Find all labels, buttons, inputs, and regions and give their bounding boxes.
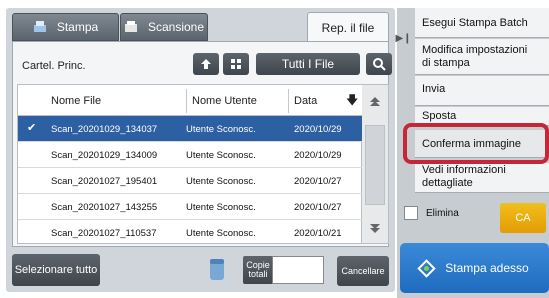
all-files-button[interactable]: Tutti I File [256,53,360,75]
print-settings-label-2: di stampa [422,56,470,69]
table-row[interactable]: Scan_20201027_195401 Utente Sconosc. 202… [18,168,363,194]
ca-button[interactable]: CA [500,203,546,233]
table-row[interactable]: Scan_20201027_110537 Utente Sconosc. 202… [18,220,363,246]
row-file-name: Scan_20201029_134009 [51,150,158,161]
tab-stampa-label: Stampa [56,20,99,34]
ca-label: CA [515,212,531,224]
row-date: 2020/10/29 [294,124,342,135]
row-user-name: Utente Sconosc. [186,202,256,213]
total-copies-input[interactable] [272,256,324,284]
batch-print-label: Esegui Stampa Batch [422,17,528,29]
table-row[interactable]: Scan_20201029_134009 Utente Sconosc. 202… [18,142,363,168]
row-user-name: Utente Sconosc. [186,228,256,239]
send-label: Invia [422,83,446,95]
screen: Stampa Scansione Rep. il file Cartel. Pr… [0,0,549,298]
row-user-name: Utente Sconosc. [186,176,256,187]
print-settings-label-1: Modifica impostazioni [422,44,528,56]
delete-checkbox[interactable] [404,206,418,220]
all-files-label: Tutti I File [281,57,335,71]
move-label: Sposta [422,110,457,122]
row-user-name: Utente Sconosc. [186,150,256,161]
folder-up-button[interactable] [193,53,219,75]
batch-print-button[interactable]: Esegui Stampa Batch [415,8,549,38]
arrow-up-icon [201,59,211,69]
row-file-name: Scan_20201027_110537 [51,228,157,239]
total-copies-label: Copie totali [243,256,273,284]
folder-label: Cartel. Princ. [22,60,86,72]
highlight-frame [403,123,549,164]
file-table: Nome File Nome Utente Data 🡇 ✔ Scan_2020… [17,84,363,246]
table-row[interactable]: Scan_20201027_143255 Utente Sconosc. 202… [18,194,363,220]
header-separator [288,89,289,113]
search-icon [373,58,386,71]
row-date: 2020/10/27 [294,202,342,213]
row-date: 2020/10/21 [294,228,342,239]
scroll-top-icon[interactable] [364,91,386,113]
copies-label-line2: totali [248,269,268,279]
table-row[interactable]: ✔ Scan_20201029_134037 Utente Sconosc. 2… [18,116,363,142]
check-icon: ✔ [27,122,37,134]
print-settings-button[interactable]: Modifica impostazioni di stampa [415,39,549,75]
scrollbar[interactable] [362,84,389,244]
view-details-button[interactable]: Vedi informazioni dettagliate [415,163,549,193]
start-icon [417,258,436,278]
thumbnail-view-button[interactable] [223,53,249,75]
print-now-label: Stampa adesso [445,261,529,275]
view-details-label-1: Vedi informazioni [422,164,506,176]
collapse-panel-icon[interactable]: ▶❙ [395,8,411,68]
scroll-thumb[interactable] [365,125,385,205]
header-date[interactable]: Data [294,95,317,107]
select-all-button[interactable]: Selezionare tutto [12,254,100,286]
tab-rep-il-file-label: Rep. il file [321,20,375,35]
grid-icon [231,59,241,69]
scanner-icon [124,20,138,34]
row-date: 2020/10/27 [294,176,342,187]
scroll-bottom-icon[interactable] [364,217,386,239]
row-date: 2020/10/29 [294,150,342,161]
printer-icon [33,20,47,34]
row-file-name: Scan_20201027_143255 [51,202,158,213]
tab-scansione-label: Scansione [147,20,205,34]
send-button[interactable]: Invia [415,76,549,106]
header-file-name[interactable]: Nome File [51,95,101,107]
header-separator [186,89,187,113]
tab-rep-il-file[interactable]: Rep. il file [307,12,389,42]
print-now-button[interactable]: Stampa adesso [400,243,549,293]
view-details-label-2: dettagliate [422,176,473,189]
tab-scansione[interactable]: Scansione [120,13,208,41]
row-file-name: Scan_20201029_134037 [51,124,158,135]
table-header: Nome File Nome Utente Data 🡇 [18,85,363,116]
tab-stampa[interactable]: Stampa [12,13,119,41]
row-file-name: Scan_20201027_195401 [51,176,158,187]
delete-label: Elimina [426,208,459,219]
search-button[interactable] [366,53,392,75]
select-all-label: Selezionare tutto [14,264,98,276]
row-user-name: Utente Sconosc. [186,124,256,135]
header-user-name[interactable]: Nome Utente [192,95,257,107]
cancel-button[interactable]: Cancellare [337,256,389,286]
trash-icon[interactable] [208,256,226,282]
sort-down-icon[interactable]: 🡇 [346,91,358,112]
cancel-label: Cancellare [341,266,385,276]
